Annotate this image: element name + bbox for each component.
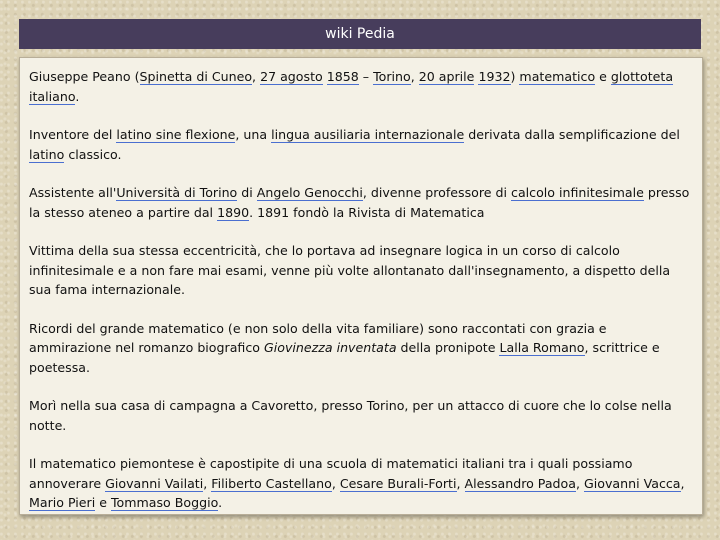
- paragraph-death: Morì nella sua casa di campagna a Cavore…: [29, 396, 690, 435]
- wiki-link[interactable]: 1858: [326, 69, 359, 85]
- wiki-link[interactable]: Torino: [373, 69, 411, 85]
- wiki-link[interactable]: Mario Pieri: [29, 495, 96, 511]
- wiki-link[interactable]: Spinetta di Cuneo: [139, 69, 253, 85]
- paragraph-career: Assistente all'Università di Torino di A…: [29, 183, 690, 222]
- paragraph-text: –: [358, 69, 374, 84]
- paragraph-text: ,: [410, 69, 419, 84]
- wiki-link[interactable]: Lalla Romano: [499, 340, 585, 356]
- wiki-link[interactable]: latino: [29, 146, 65, 163]
- wiki-link[interactable]: calcolo infinitesimale: [511, 185, 644, 201]
- paragraph-text: , una: [235, 127, 272, 142]
- wiki-link[interactable]: Alessandro Padoa: [464, 475, 576, 492]
- paragraph-text: classico.: [64, 146, 122, 162]
- paragraph-text: Assistente all': [29, 185, 117, 200]
- paragraph-text: .: [75, 88, 80, 104]
- paragraph-text: di: [237, 185, 257, 200]
- paragraph-text: .: [218, 495, 223, 510]
- wiki-link[interactable]: Tommaso Boggio: [110, 495, 219, 511]
- paragraph-memories: Ricordi del grande matematico (e non sol…: [29, 319, 690, 378]
- paragraph-text: ,: [456, 475, 465, 491]
- paragraph-text: ,: [331, 475, 340, 491]
- paragraph-text: e: [95, 495, 111, 510]
- paragraph-text: derivata dalla semplificazione del: [464, 127, 680, 142]
- paragraph-eccentricity: Vittima della sua stessa eccentricità, c…: [29, 241, 690, 300]
- paragraph-text: , divenne professore di: [362, 185, 512, 200]
- paragraph-text: e: [595, 69, 611, 84]
- wiki-link[interactable]: Giovanni Vacca: [583, 475, 681, 492]
- article-content: Giuseppe Peano (Spinetta di Cuneo, 27 ag…: [19, 57, 703, 515]
- paragraph-latino-sine-flexione: Inventore del latino sine flexione, una …: [29, 125, 690, 164]
- paragraph-text: Inventore del: [29, 127, 117, 142]
- paragraph-school: Il matematico piemontese è capostipite d…: [29, 454, 690, 513]
- wiki-link[interactable]: matematico: [519, 69, 596, 85]
- paragraph-text: Giuseppe Peano (: [29, 69, 140, 84]
- wiki-link[interactable]: latino sine flexione: [116, 127, 236, 143]
- wiki-link[interactable]: 1890: [217, 204, 250, 221]
- paragraph-text: ,: [252, 69, 261, 84]
- wiki-link[interactable]: Università di Torino: [116, 185, 238, 201]
- paragraph-text: della pronipote: [396, 340, 500, 355]
- paragraph-intro: Giuseppe Peano (Spinetta di Cuneo, 27 ag…: [29, 67, 690, 106]
- wiki-link[interactable]: Filiberto Castellano: [211, 475, 332, 492]
- paragraph-text: ,: [680, 475, 685, 491]
- wiki-link[interactable]: 20 aprile: [418, 69, 475, 85]
- wiki-link[interactable]: Cesare Burali-Forti: [339, 475, 457, 492]
- wiki-link[interactable]: 27 agosto: [260, 69, 323, 85]
- paragraph-text: . 1891 fondò la Rivista di Matematica: [249, 204, 485, 220]
- wiki-link[interactable]: Giovanni Vailati: [105, 475, 204, 492]
- book-title: Giovinezza inventata: [263, 340, 397, 355]
- slide-title-bar: wiki Pedia: [19, 19, 701, 49]
- paragraph-text: Morì nella sua casa di campagna a Cavore…: [29, 398, 672, 433]
- wiki-link[interactable]: lingua ausiliaria internazionale: [271, 127, 465, 143]
- wiki-link[interactable]: 1932: [478, 69, 511, 85]
- wiki-link[interactable]: Angelo Genocchi: [256, 185, 363, 201]
- paragraph-text: ,: [575, 475, 584, 491]
- slide-title: wiki Pedia: [325, 26, 395, 42]
- paragraph-text: Vittima della sua stessa eccentricità, c…: [29, 243, 671, 297]
